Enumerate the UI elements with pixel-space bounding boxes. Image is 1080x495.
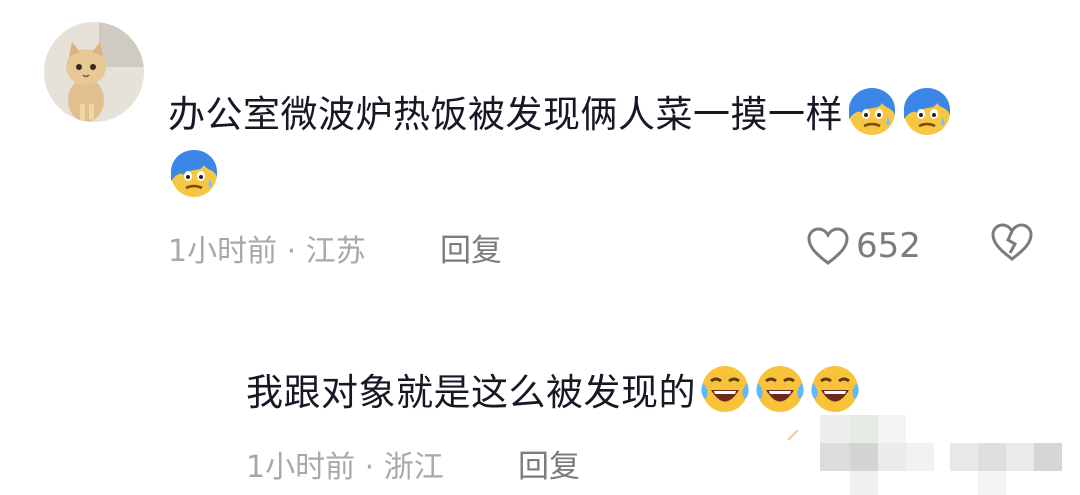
comment-location: 江苏 (305, 234, 366, 269)
avatar[interactable] (44, 22, 144, 122)
like-count: 652 (856, 226, 921, 266)
comment-time: 1小时前 (168, 234, 278, 269)
laugh-cry-emoji-icon (809, 363, 861, 415)
separator-dot: · (364, 450, 375, 485)
blue-sweat-emoji-icon (846, 85, 898, 137)
reply-button[interactable]: 回复 (440, 225, 502, 270)
reply-reply-button[interactable]: 回复 (518, 441, 580, 486)
separator-dot: · (286, 234, 297, 269)
reply-meta: 1小时前 · 浙江 (246, 442, 444, 486)
comment-item: 办公室微波炉热饭被发现俩人菜一摸一样 1小时前 · 江苏 回复 652 (0, 0, 1080, 300)
laugh-cry-emoji-icon (754, 363, 806, 415)
reply-time: 1小时前 (246, 450, 356, 485)
blue-sweat-emoji-icon (168, 147, 220, 199)
heart-icon (807, 227, 849, 265)
like-button[interactable]: 652 (806, 222, 921, 270)
comment-meta: 1小时前 · 江苏 (168, 226, 366, 270)
cat-avatar-image (44, 22, 144, 122)
blue-sweat-emoji-icon (901, 85, 953, 137)
comment-text: 办公室微波炉热饭被发现俩人菜一摸一样 (168, 93, 843, 136)
pixelated-watermark (787, 415, 1062, 495)
dislike-button[interactable] (990, 222, 1038, 270)
broken-heart-icon (991, 223, 1033, 261)
laugh-cry-emoji-icon (699, 363, 751, 415)
comment-text-block: 办公室微波炉热饭被发现俩人菜一摸一样 (168, 84, 1038, 208)
reply-text: 我跟对象就是这么被发现的 (246, 371, 696, 414)
reply-location: 浙江 (383, 450, 444, 485)
